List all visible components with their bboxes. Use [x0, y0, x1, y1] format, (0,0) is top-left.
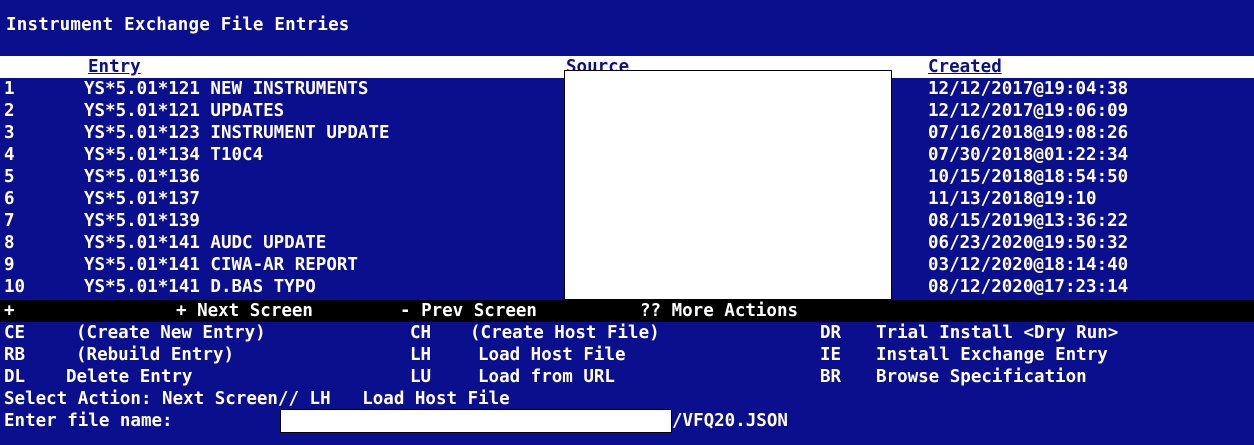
entry-number: 4	[4, 145, 15, 165]
redacted-source-block	[564, 70, 892, 300]
terminal-screen: Instrument Exchange File Entries Entry S…	[0, 0, 1254, 445]
file-name-input-redacted[interactable]	[280, 409, 672, 433]
column-header-entry: Entry	[88, 57, 141, 77]
action-create-host-file[interactable]: (Create Host File)	[470, 322, 660, 344]
entry-number: 9	[4, 255, 15, 275]
entry-name: YS*5.01*134 T10C4	[84, 145, 264, 165]
action-code-ce[interactable]: CE	[4, 322, 25, 344]
entry-name: YS*5.01*141 AUDC UPDATE	[84, 233, 327, 253]
entry-number: 5	[4, 167, 15, 187]
action-code-br[interactable]: BR	[820, 366, 841, 388]
column-header-created: Created	[928, 57, 1002, 77]
entry-created: 12/12/2017@19:04:38	[928, 79, 1129, 99]
nav-plus-indicator: +	[4, 301, 15, 321]
entry-number: 1	[4, 79, 15, 99]
action-browse-specification[interactable]: Browse Specification	[876, 366, 1087, 388]
entry-name: YS*5.01*141 CIWA-AR REPORT	[84, 255, 358, 275]
entry-number: 6	[4, 189, 15, 209]
action-code-dl[interactable]: DL	[4, 366, 25, 388]
action-delete-entry[interactable]: Delete Entry	[66, 366, 192, 388]
action-code-lu[interactable]: LU	[410, 366, 431, 388]
entry-name: YS*5.01*137	[84, 189, 200, 209]
entry-number: 3	[4, 123, 15, 143]
action-install-exchange-entry[interactable]: Install Exchange Entry	[876, 344, 1108, 366]
more-actions-action[interactable]: ?? More Actions	[640, 300, 798, 322]
entry-created: 03/12/2020@18:14:40	[928, 255, 1129, 275]
entry-name: YS*5.01*123 INSTRUMENT UPDATE	[84, 123, 390, 143]
entry-name: YS*5.01*139	[84, 211, 200, 231]
file-name-value[interactable]: /VFQ20.JSON	[672, 410, 788, 432]
prev-screen-action[interactable]: - Prev Screen	[400, 300, 537, 322]
entry-number: 8	[4, 233, 15, 253]
entry-created: 11/13/2018@19:10	[928, 189, 1097, 209]
entry-name: YS*5.01*121 UPDATES	[84, 101, 285, 121]
entry-created: 07/16/2018@19:08:26	[928, 123, 1129, 143]
action-code-ch[interactable]: CH	[410, 322, 431, 344]
window-title: Instrument Exchange File Entries	[6, 15, 350, 35]
entry-number: 2	[4, 101, 15, 121]
entry-name: YS*5.01*121 NEW INSTRUMENTS	[84, 79, 369, 99]
entry-created: 10/15/2018@18:54:50	[928, 167, 1129, 187]
action-load-from-url[interactable]: Load from URL	[478, 366, 615, 388]
next-screen-action[interactable]: + Next Screen	[176, 300, 313, 322]
entry-created: 08/12/2020@17:23:14	[928, 277, 1129, 297]
action-trial-install[interactable]: Trial Install <Dry Run>	[876, 322, 1118, 344]
entry-created: 08/15/2019@13:36:22	[928, 211, 1129, 231]
entry-created: 07/30/2018@01:22:34	[928, 145, 1129, 165]
navigation-bar: + + Next Screen - Prev Screen ?? More Ac…	[0, 300, 1254, 322]
action-code-lh[interactable]: LH	[410, 344, 431, 366]
entry-created: 12/12/2017@19:06:09	[928, 101, 1129, 121]
enter-file-name-label: Enter file name:	[4, 411, 173, 431]
entry-number: 10	[4, 277, 26, 297]
entry-created: 06/23/2020@19:50:32	[928, 233, 1129, 253]
action-code-rb[interactable]: RB	[4, 344, 25, 366]
entry-number: 7	[4, 211, 15, 231]
action-create-new-entry[interactable]: (Create New Entry)	[76, 322, 266, 344]
action-load-host-file[interactable]: Load Host File	[478, 344, 626, 366]
action-code-dr[interactable]: DR	[820, 322, 841, 344]
select-action-prompt: Select Action: Next Screen// LH Load Hos…	[4, 389, 510, 409]
entry-name: YS*5.01*136	[84, 167, 200, 187]
entry-name: YS*5.01*141 D.BAS TYPO	[84, 277, 316, 297]
action-code-ie[interactable]: IE	[820, 344, 841, 366]
action-rebuild-entry[interactable]: (Rebuild Entry)	[76, 344, 234, 366]
